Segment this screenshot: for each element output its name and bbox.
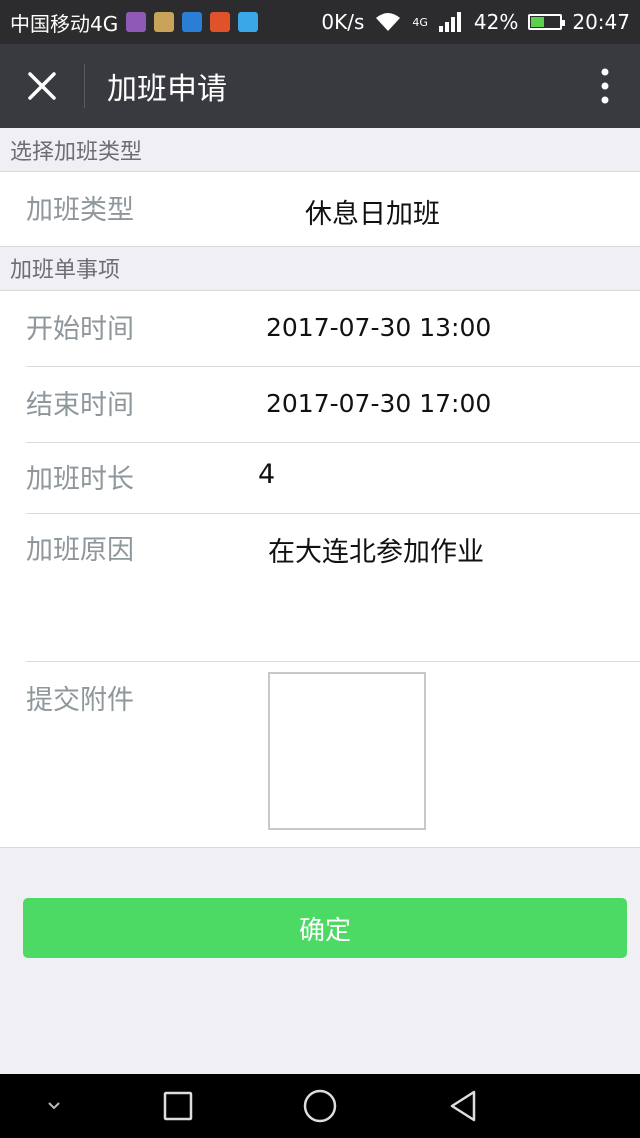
carrier-name: 中国移动4G [10,11,119,36]
page-title: 加班申请 [107,72,227,107]
battery-icon [528,14,566,30]
attachment-label: 提交附件 [26,685,134,716]
section-header-items: 加班单事项 [10,258,121,283]
nav-back-button[interactable] [422,1074,502,1138]
overtime-type-group: 加班类型 休息日加班 [0,171,640,247]
overtime-items-group: 开始时间 2017-07-30 13:00 结束时间 2017-07-30 17… [0,290,640,848]
duration-label: 加班时长 [26,464,134,495]
reason-label: 加班原因 [26,535,134,566]
close-icon [28,72,56,100]
network-speed: 0K/s [321,10,365,34]
send-notification-icon [238,12,259,32]
wifi-icon [376,13,401,31]
reason-row[interactable]: 加班原因 在大连北参加作业 [0,514,640,661]
submit-button[interactable]: 确定 [23,898,627,958]
game-notification-icon [154,12,175,32]
status-bar: 中国移动4G 0K/s 4G 42% 20:47 [0,0,640,44]
nav-recents-button[interactable] [138,1074,218,1138]
start-time-label: 开始时间 [26,314,134,345]
overtime-type-label: 加班类型 [26,195,134,226]
end-time-value[interactable]: 2017-07-30 17:00 [266,389,491,418]
circle-icon [303,1089,337,1123]
duration-row[interactable]: 加班时长 4 [0,443,640,513]
battery-percent: 42% [473,10,519,34]
system-nav-bar [0,1074,640,1138]
app-notification-icon [126,12,147,32]
signal-icon [438,12,461,32]
chevron-down-icon [48,1102,60,1110]
triangle-back-icon [450,1090,476,1122]
title-bar: 加班申请 [0,44,640,128]
attachment-upload-box[interactable] [268,672,426,830]
overtime-type-row[interactable]: 加班类型 休息日加班 [0,172,640,246]
taobao-notification-icon [210,12,231,32]
more-vertical-icon [601,68,609,104]
overtime-type-value[interactable]: 休息日加班 [305,192,440,231]
nav-hide-button[interactable] [14,1074,94,1138]
network-type: 4G [412,16,428,29]
message-notification-icon [182,12,203,32]
section-header-type: 选择加班类型 [10,140,143,165]
start-time-row[interactable]: 开始时间 2017-07-30 13:00 [0,291,640,366]
reason-value[interactable]: 在大连北参加作业 [268,530,484,569]
end-time-label: 结束时间 [26,390,134,421]
nav-home-button[interactable] [280,1074,360,1138]
duration-value[interactable]: 4 [258,459,275,490]
end-time-row[interactable]: 结束时间 2017-07-30 17:00 [0,367,640,442]
clock: 20:47 [572,10,630,34]
title-divider [84,64,85,108]
attachment-row: 提交附件 [0,662,640,847]
start-time-value[interactable]: 2017-07-30 13:00 [266,313,491,342]
more-button[interactable] [570,44,640,128]
close-button[interactable] [0,44,84,128]
square-icon [163,1091,193,1121]
